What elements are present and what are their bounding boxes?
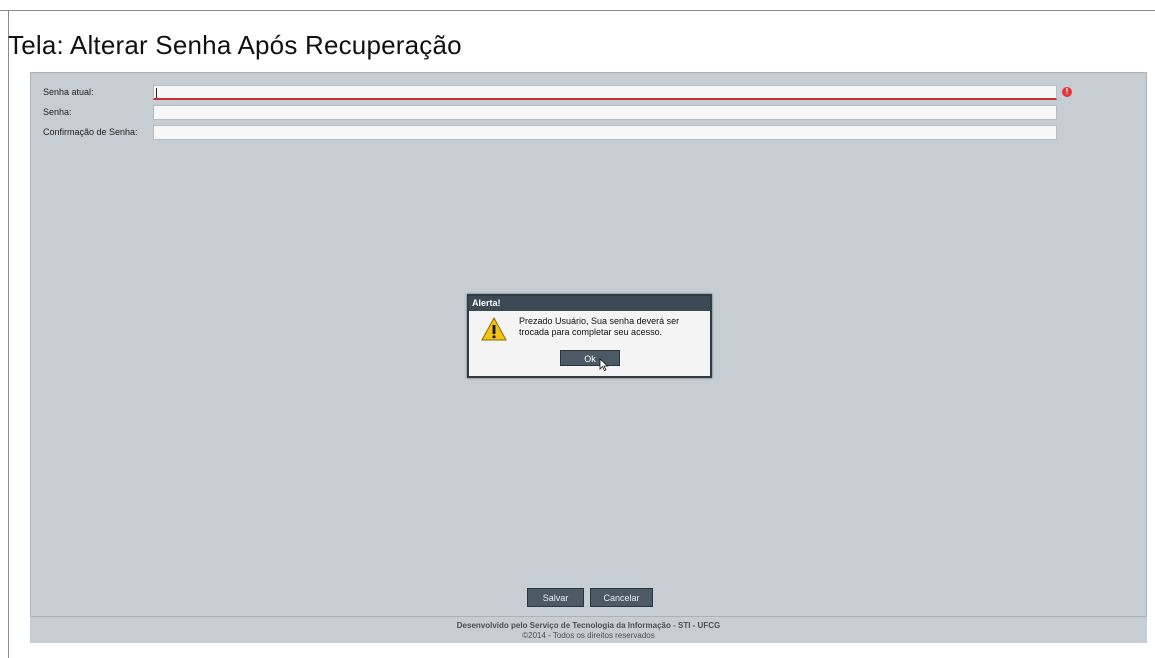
- warning-icon: [481, 316, 507, 346]
- ok-button[interactable]: Ok: [560, 350, 620, 366]
- app-content-area: Senha atual: ! Senha: Confirmação de Sen…: [30, 72, 1147, 617]
- footer: Desenvolvido pelo Serviço de Tecnologia …: [30, 617, 1147, 643]
- current-password-row: Senha atual: !: [31, 85, 1146, 101]
- confirm-password-row: Confirmação de Senha:: [31, 125, 1146, 141]
- text-caret: [156, 88, 157, 98]
- current-password-input[interactable]: [153, 85, 1057, 100]
- footer-developer-text: Desenvolvido pelo Serviço de Tecnologia …: [456, 621, 721, 630]
- confirm-password-label: Confirmação de Senha:: [43, 127, 138, 137]
- new-password-label: Senha:: [43, 107, 72, 117]
- new-password-input[interactable]: [153, 105, 1057, 120]
- new-password-row: Senha:: [31, 105, 1146, 121]
- footer-copyright-text: ©2014 - Todos os direitos reservados: [522, 631, 655, 640]
- current-password-label: Senha atual:: [43, 87, 94, 97]
- dialog-message: Prezado Usuário, Sua senha deverá ser tr…: [519, 316, 680, 337]
- save-button[interactable]: Salvar: [527, 588, 584, 607]
- error-icon: !: [1062, 87, 1072, 97]
- cancel-button[interactable]: Cancelar: [590, 588, 653, 607]
- mouse-cursor-icon: [599, 358, 609, 376]
- dialog-body: Prezado Usuário, Sua senha deverá ser tr…: [469, 311, 710, 376]
- page-title: Tela: Alterar Senha Após Recuperação: [8, 30, 462, 60]
- confirm-password-input[interactable]: [153, 125, 1057, 140]
- dialog-title: Alerta!: [469, 296, 710, 311]
- frame-top-border: [0, 10, 1155, 11]
- alert-dialog: Alerta! Prezado Usuário, Sua senha dever…: [467, 294, 712, 378]
- frame-left-border: [8, 10, 9, 658]
